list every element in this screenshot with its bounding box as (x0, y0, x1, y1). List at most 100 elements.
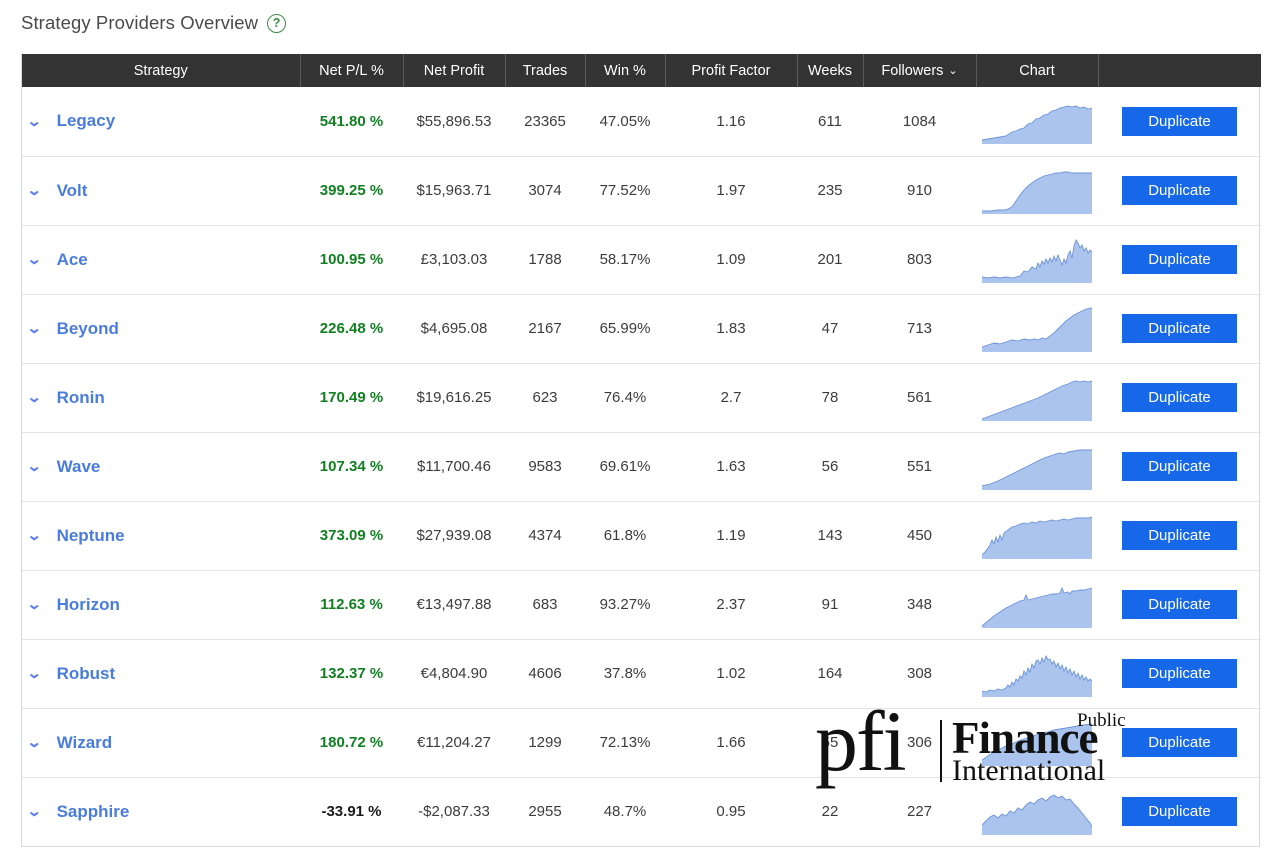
column-header-profit-factor[interactable]: Profit Factor (665, 54, 798, 87)
strategy-name-link[interactable]: Wave (57, 457, 101, 477)
duplicate-button[interactable]: Duplicate (1122, 659, 1237, 688)
cell-weeks: 143 (797, 501, 863, 571)
table-row[interactable]: ⌄ Sapphire -33.91 % -$2,087.33 2955 48.7% 0.95… (22, 777, 1261, 846)
column-label-chart: Chart (1019, 62, 1055, 79)
sparkline-chart (982, 380, 1092, 421)
column-header-win-pct[interactable]: Win % (585, 54, 666, 87)
table-row[interactable]: ⌄ Beyond 226.48 % $4,695.08 2167 65.99% 1.83 47… (22, 294, 1261, 364)
expand-row-chevron-icon[interactable]: ⌄ (26, 390, 42, 405)
cell-net-profit: €11,204.27 (403, 708, 505, 778)
strategy-name-link[interactable]: Volt (57, 181, 88, 201)
strategy-name-link[interactable]: Sapphire (57, 802, 130, 822)
net-pl-value: 373.09 % (319, 527, 384, 544)
cell-profit-factor: 1.02 (665, 639, 797, 709)
strategy-table-container: Strategy Net P/L % Net Profit Trades Win… (21, 54, 1261, 847)
expand-row-chevron-icon[interactable]: ⌄ (26, 528, 42, 543)
duplicate-button[interactable]: Duplicate (1122, 245, 1237, 274)
strategy-cell: ⌄ Horizon (26, 595, 294, 615)
cell-weeks: 47 (797, 294, 863, 364)
table-row[interactable]: ⌄ Ronin 170.49 % $19,616.25 623 76.4% 2.7 78 561… (22, 363, 1261, 433)
table-row[interactable]: ⌄ Volt 399.25 % $15,963.71 3074 77.52% 1.97 235… (22, 156, 1261, 226)
cell-trades: 4374 (505, 501, 585, 571)
cell-net-pl-pct: 132.37 % (300, 639, 403, 709)
expand-row-chevron-icon[interactable]: ⌄ (26, 321, 42, 336)
cell-net-profit: $55,896.53 (403, 87, 505, 157)
strategy-name-link[interactable]: Horizon (57, 595, 120, 615)
cell-strategy: ⌄ Ace (22, 225, 300, 295)
duplicate-button[interactable]: Duplicate (1122, 106, 1237, 136)
cell-trades: 623 (505, 363, 585, 433)
sparkline-chart (982, 586, 1092, 628)
column-header-trades[interactable]: Trades (505, 54, 586, 87)
sparkline-chart (982, 794, 1092, 835)
cell-profit-factor: 1.97 (665, 156, 797, 226)
cell-profit-factor: 1.83 (665, 294, 797, 364)
expand-row-chevron-icon[interactable]: ⌄ (26, 597, 42, 612)
cell-profit-factor: 2.7 (665, 363, 797, 433)
expand-row-chevron-icon[interactable]: ⌄ (26, 735, 42, 750)
duplicate-button[interactable]: Duplicate (1122, 797, 1237, 827)
table-row[interactable]: ⌄ Ace 100.95 % £3,103.03 1788 58.17% 1.09 201 80… (22, 225, 1261, 295)
cell-trades: 9583 (505, 432, 585, 502)
column-header-net-pl-pct[interactable]: Net P/L % (300, 54, 404, 87)
table-row[interactable]: ⌄ Wave 107.34 % $11,700.46 9583 69.61% 1.63 56 5… (22, 432, 1261, 502)
cell-followers: 306 (863, 708, 976, 778)
duplicate-button[interactable]: Duplicate (1122, 521, 1237, 550)
strategy-name-link[interactable]: Ace (57, 250, 88, 270)
expand-row-chevron-icon[interactable]: ⌄ (26, 114, 42, 129)
cell-profit-factor: 0.95 (716, 803, 746, 821)
column-header-weeks[interactable]: Weeks (797, 54, 864, 87)
cell-net-pl-pct: -33.91 % (300, 777, 403, 846)
table-row[interactable]: ⌄ Robust 132.37 % €4,804.90 4606 37.8% 1.02 164… (22, 639, 1261, 709)
expand-row-chevron-icon[interactable]: ⌄ (26, 804, 42, 819)
column-header-net-profit[interactable]: Net Profit (403, 54, 506, 87)
cell-followers: 348 (863, 570, 976, 640)
cell-win-pct: 72.13% (585, 708, 665, 778)
duplicate-button[interactable]: Duplicate (1122, 452, 1237, 481)
cell-net-pl-pct: 373.09 % (300, 501, 403, 571)
expand-row-chevron-icon[interactable]: ⌄ (26, 252, 42, 267)
cell-strategy: ⌄ Beyond (22, 294, 300, 364)
cell-followers: 1084 (863, 87, 976, 157)
cell-profit-factor: 1.09 (665, 225, 797, 295)
sparkline-chart (982, 654, 1092, 697)
column-label-weeks: Weeks (807, 62, 853, 79)
duplicate-button[interactable]: Duplicate (1122, 314, 1237, 343)
column-header-strategy[interactable]: Strategy (22, 54, 301, 87)
cell-win-pct: 48.7% (603, 803, 647, 821)
sparkline-chart (982, 105, 1092, 145)
strategy-name-link[interactable]: Wizard (57, 733, 113, 753)
net-pl-value: 132.37 % (319, 665, 384, 682)
table-row[interactable]: ⌄ Horizon 112.63 % €13,497.88 683 93.27% 2.37 9… (22, 570, 1261, 640)
table-row[interactable]: ⌄ Neptune 373.09 % $27,939.08 4374 61.8% 1.19 1… (22, 501, 1261, 571)
duplicate-button[interactable]: Duplicate (1122, 383, 1237, 412)
strategy-name-link[interactable]: Neptune (57, 526, 125, 546)
cell-net-profit: $4,695.08 (403, 294, 505, 364)
strategy-name-link[interactable]: Beyond (57, 319, 119, 339)
cell-profit-factor: 1.16 (665, 87, 797, 157)
strategy-name-link[interactable]: Robust (57, 664, 116, 684)
cell-net-pl-pct: 170.49 % (300, 363, 403, 433)
question-circle-icon[interactable]: ? (267, 13, 287, 33)
strategy-name-link[interactable]: Ronin (57, 388, 105, 408)
cell-net-pl-pct: 541.80 % (300, 87, 403, 157)
cell-strategy: ⌄ Sapphire (22, 777, 300, 846)
table-body: ⌄ Legacy 541.80 % $55,896.53 23365 47.05% 1.16… (22, 87, 1261, 846)
cell-chart (976, 570, 1098, 640)
expand-row-chevron-icon[interactable]: ⌄ (26, 459, 42, 474)
expand-row-chevron-icon[interactable]: ⌄ (26, 183, 42, 198)
column-header-followers[interactable]: Followers ⌄ (863, 54, 977, 87)
table-row[interactable]: ⌄ Legacy 541.80 % $55,896.53 23365 47.05% 1.16… (22, 87, 1261, 157)
strategy-name-link[interactable]: Legacy (57, 111, 116, 131)
column-header-chart[interactable]: Chart (976, 54, 1099, 87)
cell-chart (976, 363, 1098, 433)
duplicate-button[interactable]: Duplicate (1122, 176, 1237, 205)
cell-win-pct: 65.99% (585, 294, 665, 364)
duplicate-button[interactable]: Duplicate (1122, 728, 1237, 757)
table-row[interactable]: ⌄ Wizard 180.72 % €11,204.27 1299 72.13% 1.66 5… (22, 708, 1261, 778)
strategy-providers-page: Strategy Providers Overview ? Strategy N… (0, 0, 1277, 852)
cell-win-pct: 37.8% (585, 639, 665, 709)
cell-followers: 713 (863, 294, 976, 364)
duplicate-button[interactable]: Duplicate (1122, 590, 1237, 619)
expand-row-chevron-icon[interactable]: ⌄ (26, 666, 42, 681)
